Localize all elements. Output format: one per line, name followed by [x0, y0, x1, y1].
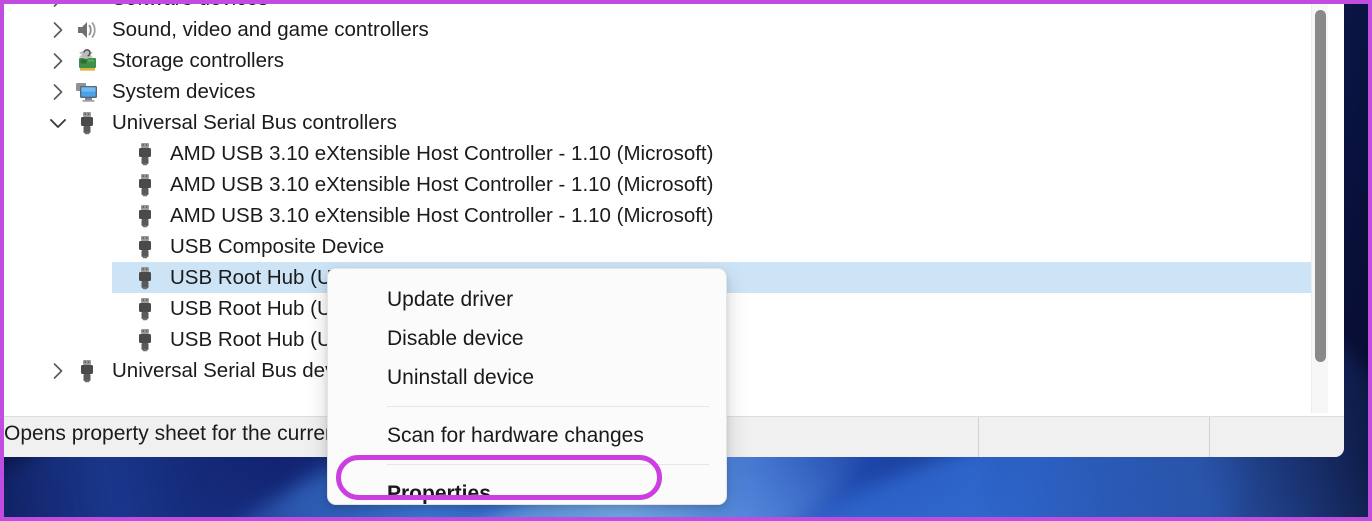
tree-row-label: Software devices [112, 4, 268, 11]
chevron-right-icon[interactable] [48, 76, 68, 107]
usb-icon [74, 110, 100, 136]
usb-icon [132, 265, 158, 291]
tree-row-label: Storage controllers [112, 48, 285, 72]
tree-row[interactable]: Universal Serial Bus controllers [4, 107, 1311, 138]
tree-row-label: Universal Serial Bus controllers [112, 110, 397, 134]
tree-row-label: Sound, video and game controllers [112, 17, 429, 41]
usb-icon [132, 327, 158, 353]
tree-row[interactable]: AMD USB 3.10 eXtensible Host Controller … [4, 200, 1311, 231]
tree-row[interactable]: Sound, video and game controllers [4, 14, 1311, 45]
usb-icon [132, 296, 158, 322]
chevron-right-icon[interactable] [48, 45, 68, 76]
usb-icon [74, 358, 100, 384]
menu-item-properties[interactable]: Properties [328, 474, 726, 505]
tree-row-label: AMD USB 3.10 eXtensible Host Controller … [170, 141, 714, 165]
tree-row[interactable]: AMD USB 3.10 eXtensible Host Controller … [4, 169, 1311, 200]
status-cell-3 [1210, 417, 1344, 458]
scrollbar-thumb[interactable] [1315, 10, 1326, 362]
chevron-right-icon[interactable] [48, 14, 68, 45]
tree-row-label: AMD USB 3.10 eXtensible Host Controller … [170, 203, 714, 227]
tree-row[interactable]: Storage controllers [4, 45, 1311, 76]
storage-controller-icon [74, 48, 100, 74]
chevron-down-icon[interactable] [48, 107, 68, 138]
tree-row-label: AMD USB 3.10 eXtensible Host Controller … [170, 172, 714, 196]
vertical-scrollbar[interactable] [1311, 4, 1328, 413]
monitor-icon [74, 79, 100, 105]
menu-separator [387, 406, 709, 407]
menu-item-scan-for-hardware-changes[interactable]: Scan for hardware changes [328, 416, 726, 455]
status-cell-2 [979, 416, 1210, 457]
chevron-right-icon[interactable] [48, 355, 68, 386]
menu-item-update-driver[interactable]: Update driver [328, 280, 726, 319]
tree-row-label: System devices [112, 79, 256, 103]
tree-row[interactable]: Software devices [4, 4, 1311, 14]
context-menu[interactable]: Update driver Disable device Uninstall dev… [327, 268, 727, 505]
tree-row[interactable]: System devices [4, 76, 1311, 107]
usb-icon [132, 172, 158, 198]
menu-separator [387, 464, 709, 465]
tree-row[interactable]: USB Composite Device [4, 231, 1311, 262]
tree-row[interactable]: AMD USB 3.10 eXtensible Host Controller … [4, 138, 1311, 169]
speaker-icon [74, 17, 100, 43]
screenshot-capture: Software devices Sound, video and game co… [0, 0, 1372, 521]
menu-item-uninstall-device[interactable]: Uninstall device [328, 358, 726, 397]
menu-item-disable-device[interactable]: Disable device [328, 319, 726, 358]
usb-icon [132, 141, 158, 167]
menu-top-padding [328, 269, 726, 280]
tree-row-label: USB Composite Device [170, 234, 385, 258]
chevron-right-icon[interactable] [48, 4, 68, 14]
usb-icon [132, 203, 158, 229]
software-devices-icon [74, 4, 100, 12]
usb-icon [132, 234, 158, 260]
